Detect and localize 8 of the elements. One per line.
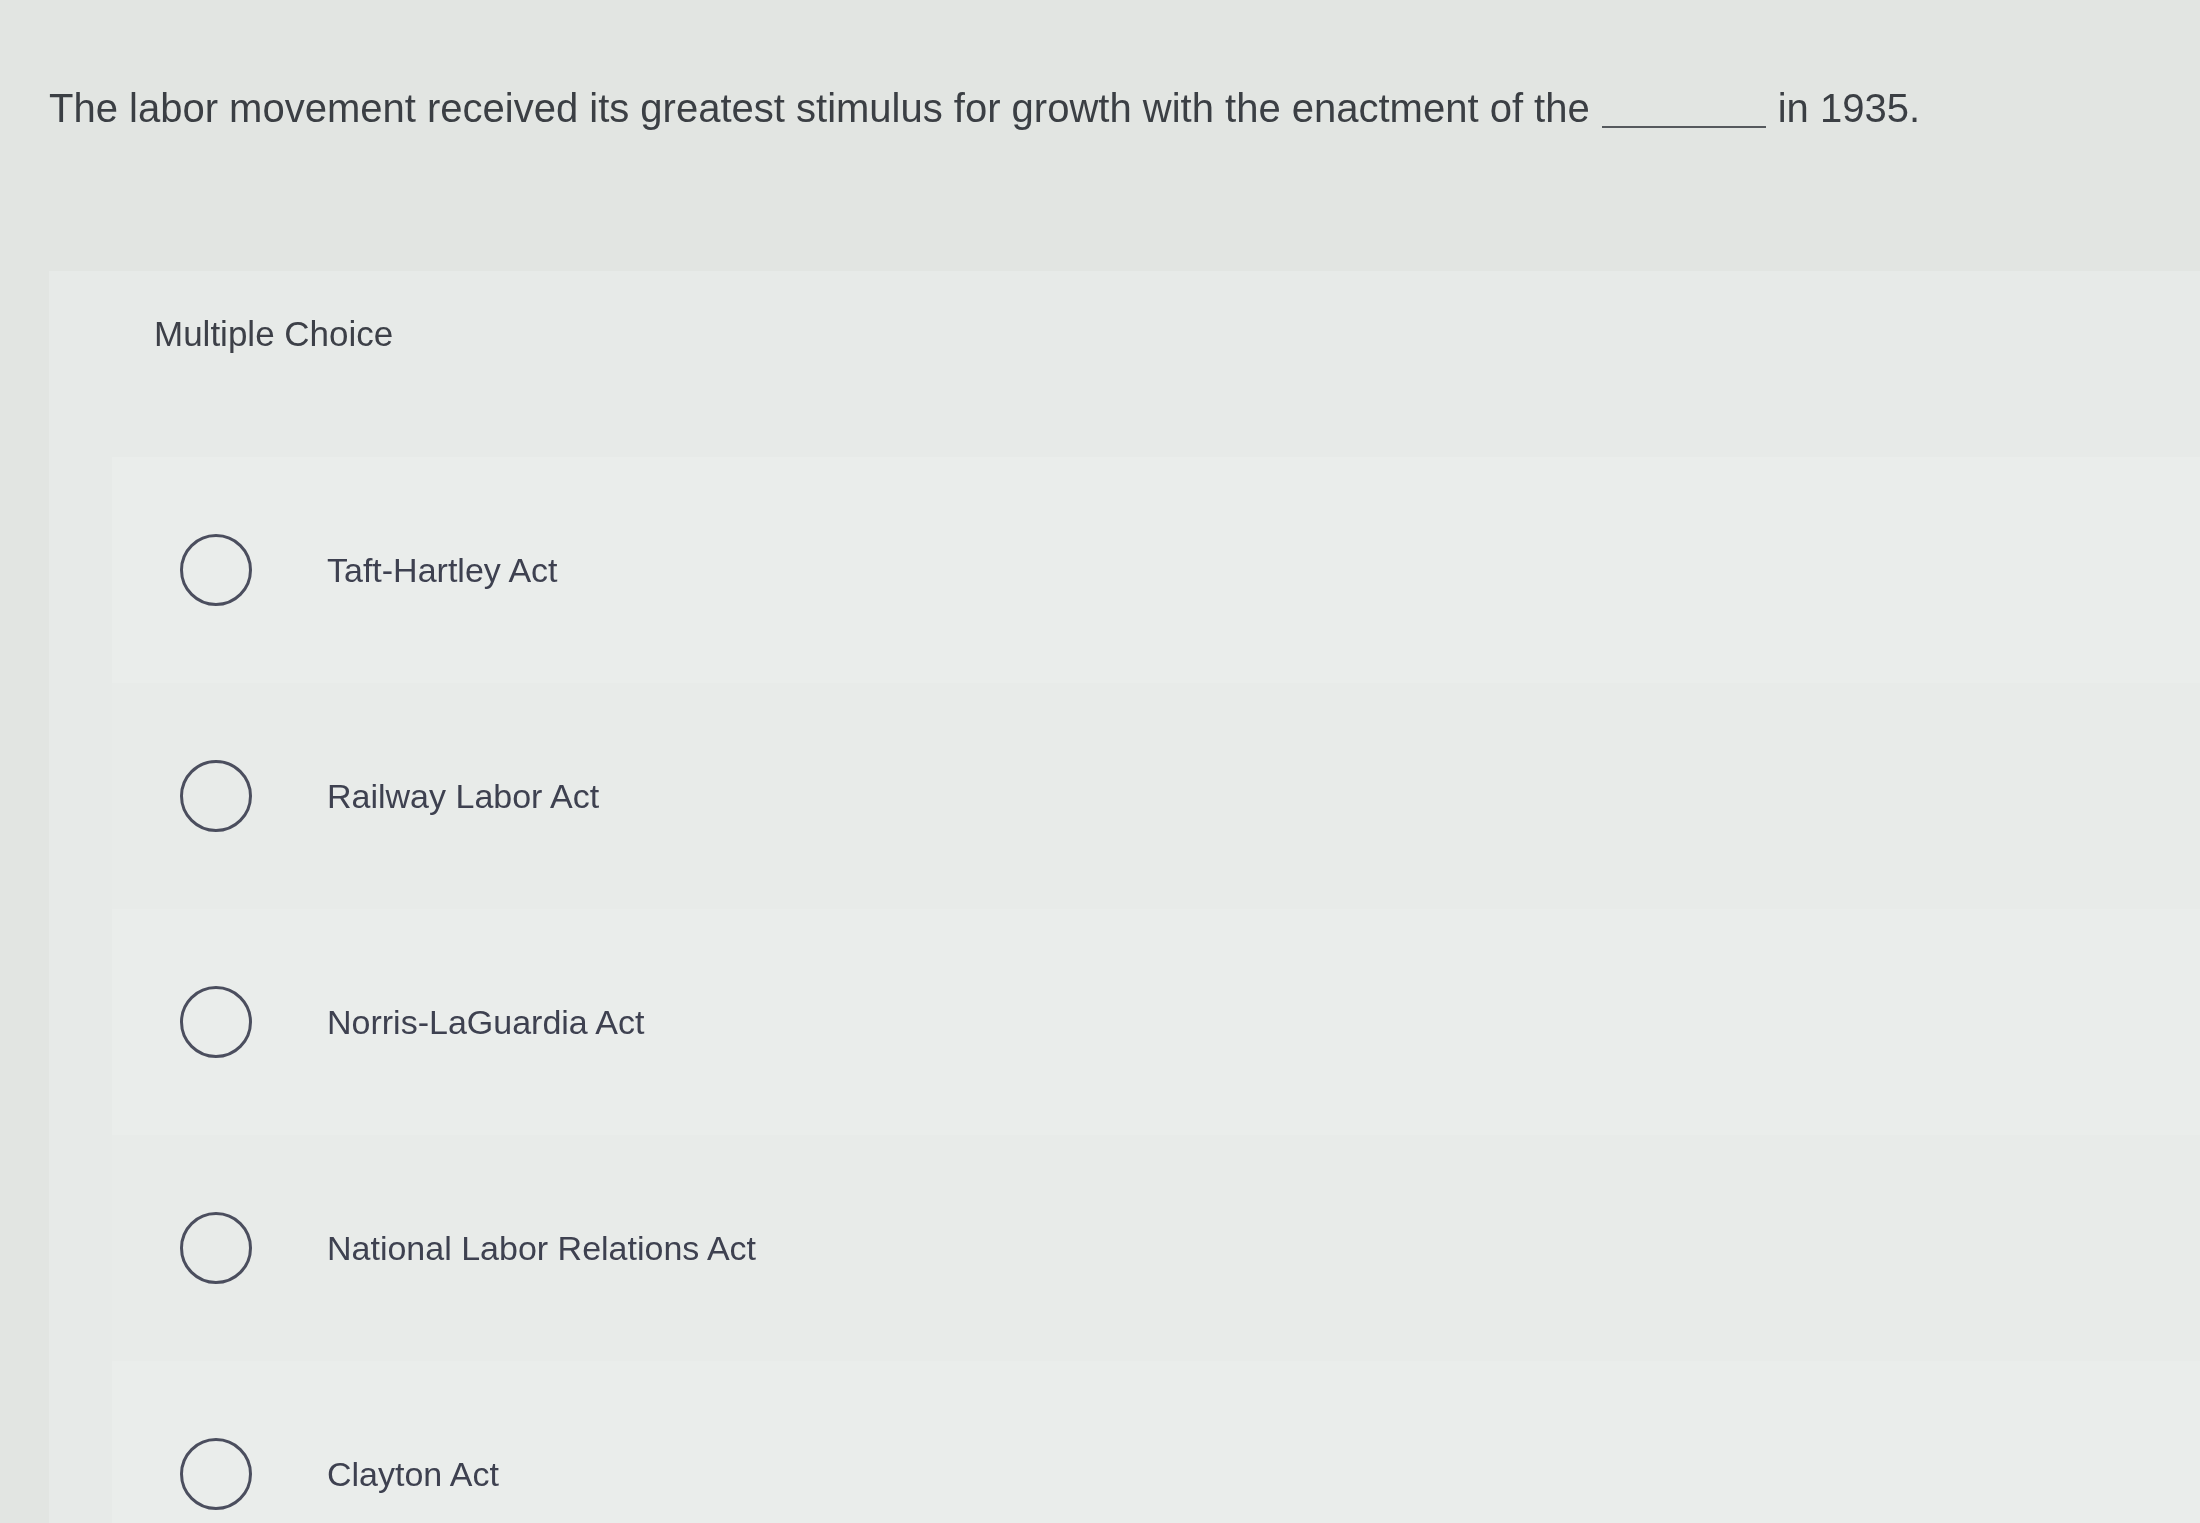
radio-button[interactable] (180, 534, 252, 606)
question-text: The labor movement received its greatest stimulus for growth with the enactment of the (49, 86, 1590, 131)
radio-button[interactable] (180, 760, 252, 832)
radio-button[interactable] (180, 986, 252, 1058)
radio-button[interactable] (180, 1212, 252, 1284)
question-type-label: Multiple Choice (154, 314, 394, 353)
question-text: in 1935. (1777, 86, 1921, 131)
radio-button[interactable] (180, 1438, 252, 1510)
